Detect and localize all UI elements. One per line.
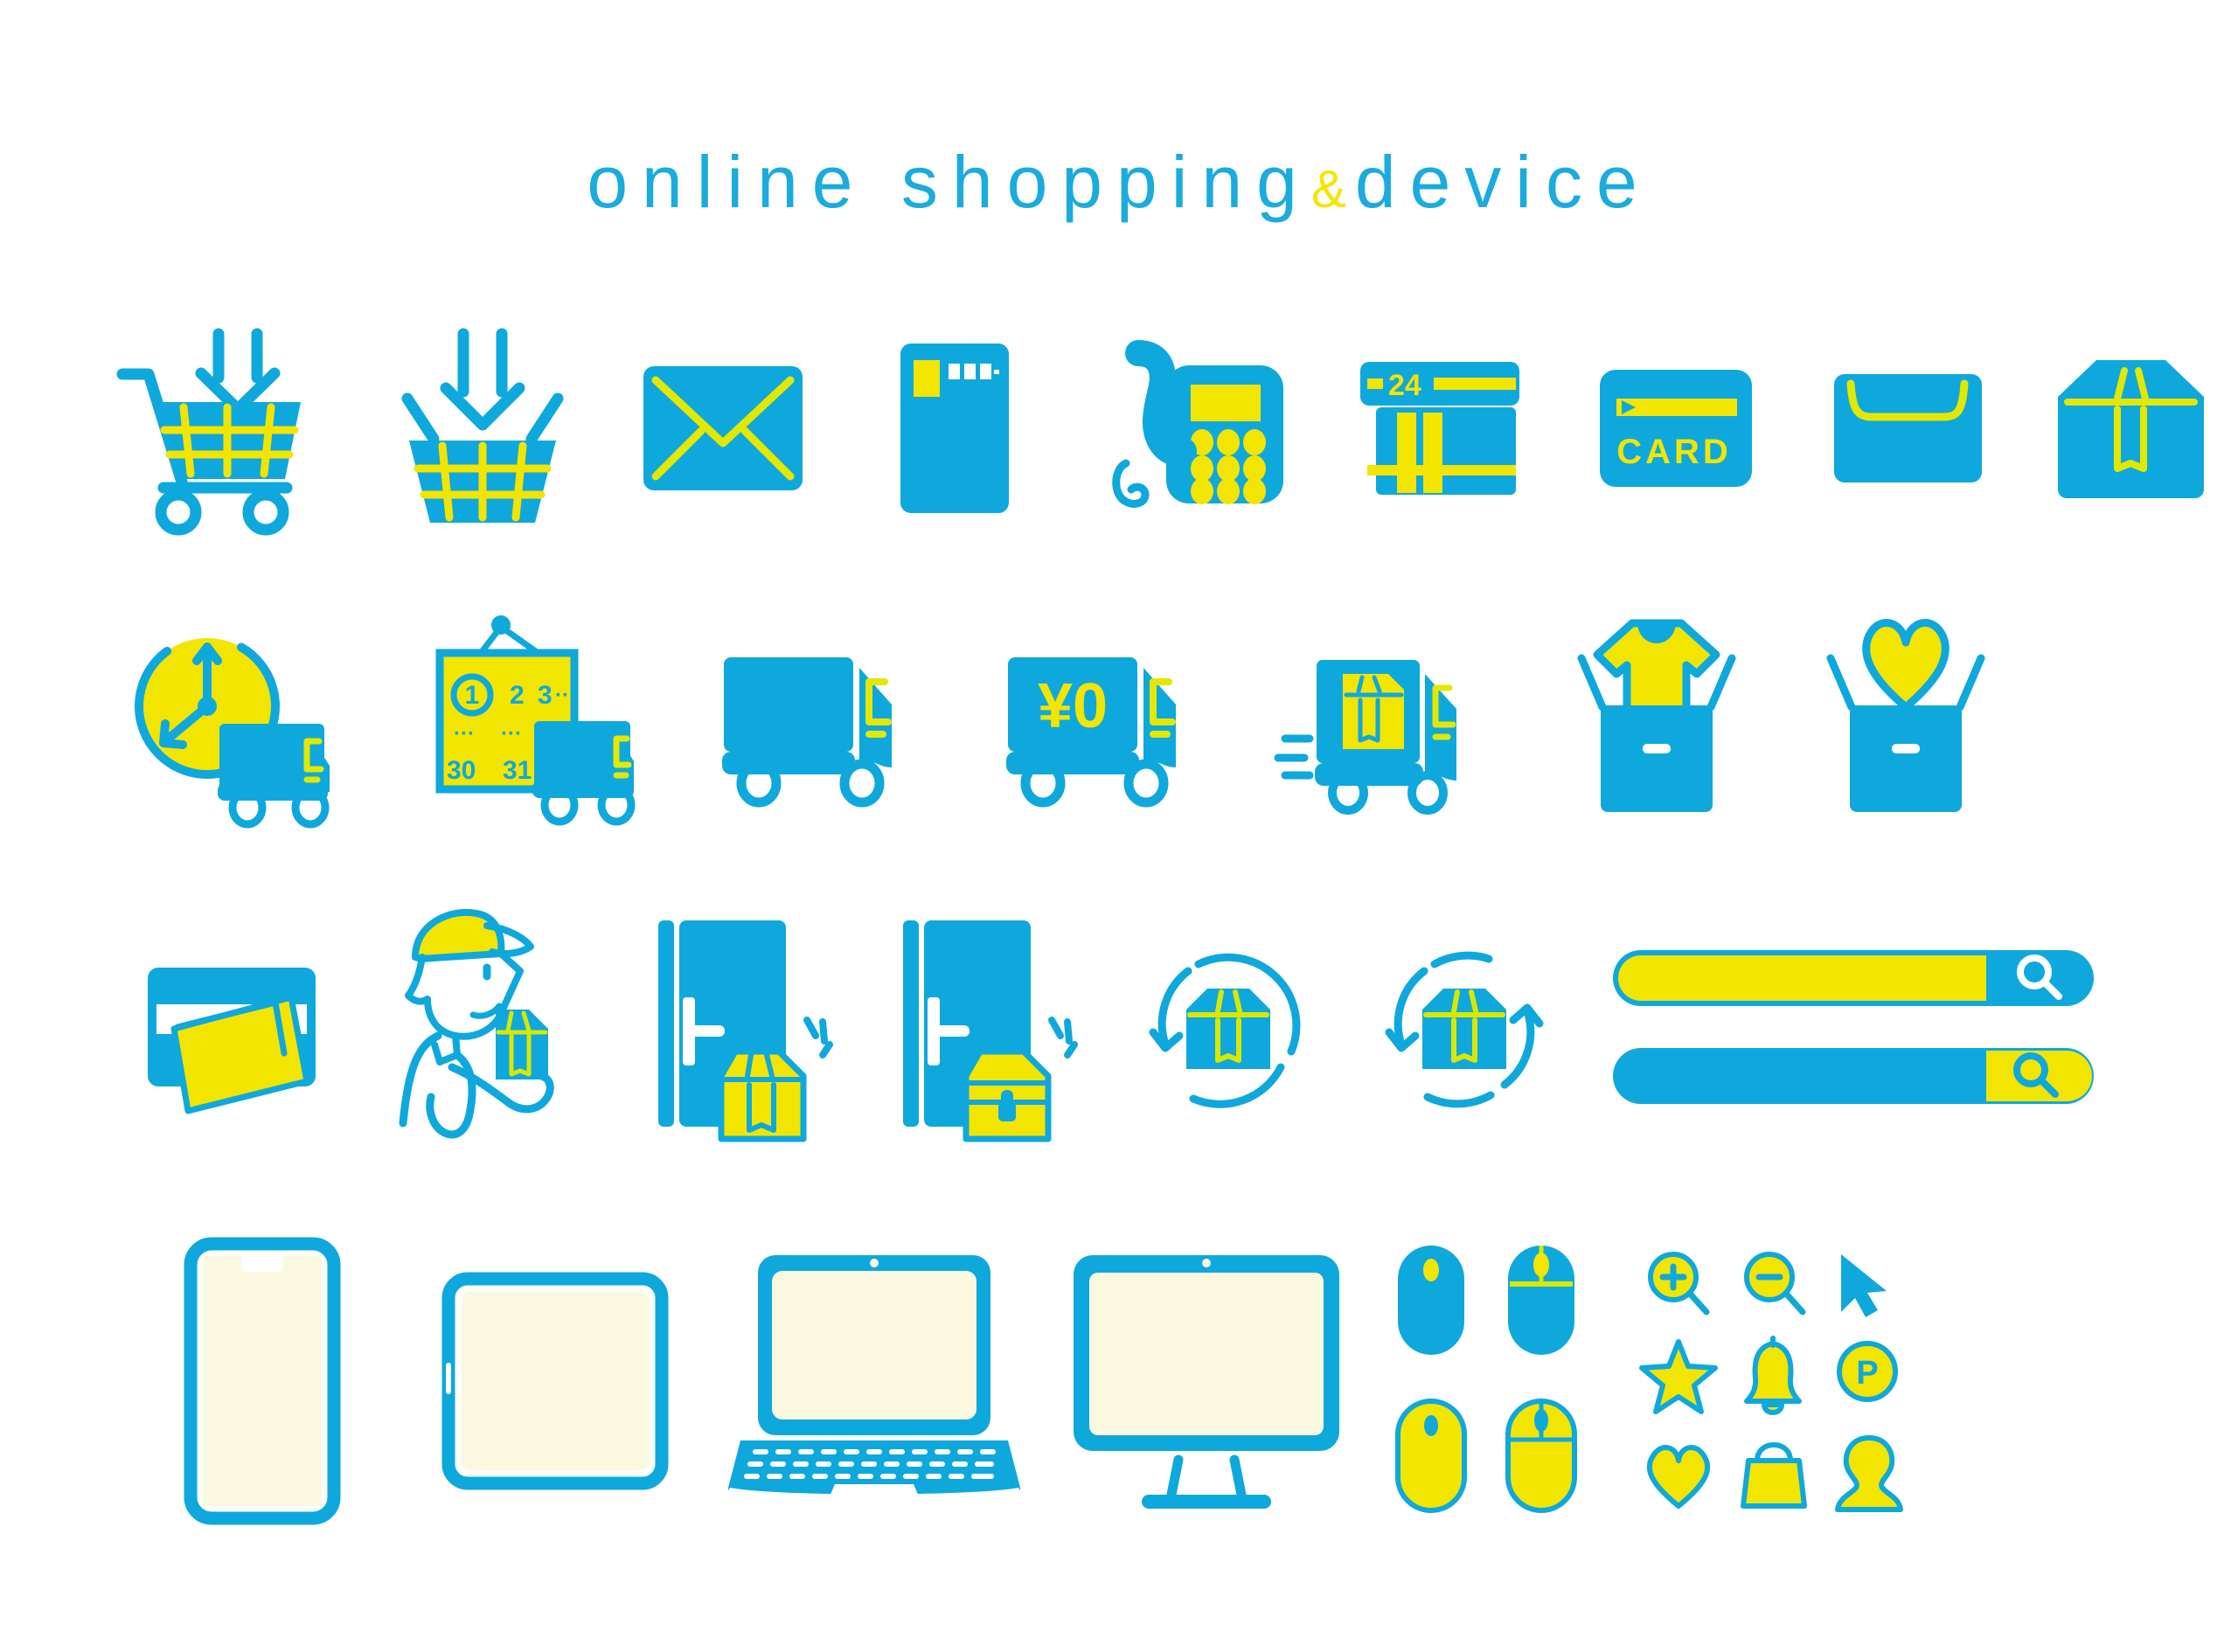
credit-card-label: CARD: [1617, 433, 1733, 471]
title-part-2: device: [1354, 141, 1651, 223]
return-package-icon[interactable]: [1119, 900, 1338, 1154]
heart-icon: [1646, 1445, 1711, 1509]
shopping-basket-add-icon[interactable]: [375, 323, 589, 533]
tablet-icon[interactable]: [411, 1224, 699, 1538]
paper-bag-icon[interactable]: [1801, 323, 2015, 533]
door-locked-delivery-box-icon[interactable]: [874, 900, 1102, 1154]
calendar-day-31: 31: [503, 756, 532, 785]
free-shipping-label: ¥0: [1038, 671, 1108, 741]
postcard-icon[interactable]: [856, 323, 1053, 533]
calendar-ellipsis-2: ···: [454, 722, 475, 746]
cardboard-box-icon[interactable]: [2024, 323, 2238, 533]
express-delivery-truck-icon[interactable]: [1255, 603, 1517, 830]
smartphone-icon[interactable]: [131, 1224, 393, 1538]
row-3-receiving-and-search: [0, 900, 2238, 1154]
delivery-person-icon[interactable]: [367, 900, 612, 1154]
bag-with-tshirt-icon[interactable]: [1539, 603, 1775, 830]
title-ampersand: &: [1310, 160, 1355, 219]
zoom-in-icon: [1648, 1252, 1710, 1315]
search-bars-group: [1582, 900, 2124, 1154]
credit-card-icon[interactable]: CARD: [1569, 323, 1783, 533]
store-24-label: 24: [1388, 369, 1421, 402]
desktop-monitor-icon[interactable]: [1049, 1224, 1364, 1538]
mail-envelope-icon[interactable]: [615, 323, 830, 533]
telephone-icon[interactable]: [1080, 323, 1311, 533]
bag-with-heart-icon[interactable]: [1788, 603, 2024, 830]
calendar-ellipsis-3: ···: [501, 722, 522, 746]
row-2-delivery: 1 2 3 ··· ··· ··· 30 31 ¥0: [0, 603, 2238, 830]
page-title: online shopping&device: [0, 140, 2238, 225]
user-icon: [1835, 1435, 1903, 1512]
door-package-delivery-icon[interactable]: [629, 900, 857, 1154]
exchange-package-icon[interactable]: [1355, 900, 1574, 1154]
cursor-icon: [1841, 1254, 1887, 1317]
mouse-yellow-split-icon: [1505, 1399, 1577, 1513]
calendar-day-2: 2: [510, 681, 525, 710]
zoom-out-icon: [1744, 1252, 1806, 1315]
point-badge-label: P: [1856, 1355, 1878, 1392]
handbag-icon: [1741, 1442, 1807, 1509]
point-badge-icon: P: [1837, 1341, 1898, 1402]
delivery-truck-icon[interactable]: [695, 603, 949, 830]
title-part-1: online shopping: [587, 141, 1311, 223]
search-bar-blue[interactable]: [1609, 1044, 2098, 1108]
mailbox-with-letter-icon[interactable]: [114, 900, 350, 1154]
convenience-store-24-icon[interactable]: 24: [1333, 323, 1547, 533]
mouse-grid: [1364, 1224, 1626, 1538]
laptop-icon[interactable]: [708, 1224, 1040, 1538]
row-4-devices: P: [0, 1224, 2238, 1538]
calendar-day-3: 3: [538, 681, 553, 710]
free-shipping-truck-icon[interactable]: ¥0: [979, 603, 1233, 830]
clock-delivery-truck-icon[interactable]: [105, 603, 367, 830]
star-icon: [1639, 1339, 1718, 1414]
search-bar-yellow[interactable]: [1609, 946, 2098, 1010]
shopping-cart-add-icon[interactable]: [92, 323, 340, 536]
mouse-yellow-plain-icon: [1395, 1399, 1467, 1513]
calendar-day-1: 1: [465, 681, 480, 710]
calendar-delivery-truck-icon[interactable]: 1 2 3 ··· ··· ··· 30 31: [402, 603, 664, 830]
calendar-day-30: 30: [447, 756, 476, 785]
row-1-shopping-and-payment: 24 CARD: [0, 323, 2238, 536]
mouse-blue-plain-icon: [1398, 1246, 1464, 1355]
icon-set-poster: online shopping&device 24 CARD 1 2 3 ···…: [0, 0, 2238, 1652]
calendar-ellipsis-1: ···: [555, 684, 576, 707]
bell-icon: [1744, 1336, 1802, 1415]
ui-icon-grid: P: [1626, 1224, 1923, 1538]
mouse-blue-split-icon: [1508, 1246, 1574, 1355]
